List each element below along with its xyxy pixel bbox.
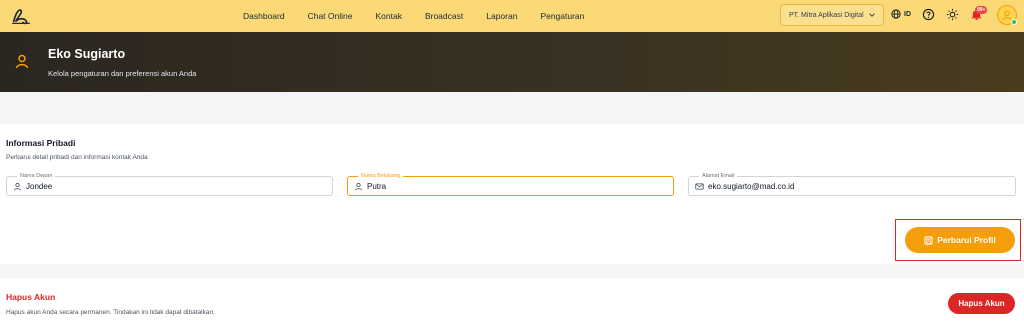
first-name-label: Nama Depan [17, 172, 56, 180]
email-label: Alamat Email [699, 172, 738, 180]
user-icon [15, 54, 29, 69]
delete-account-description: Hapus akun Anda secara permanen. Tindaka… [6, 309, 215, 316]
last-name-label: Nama Belakang [358, 172, 404, 180]
delete-account-card: Hapus Akun Hapus akun Anda secara perman… [0, 278, 1024, 326]
language-code: ID [904, 10, 911, 18]
user-icon [355, 182, 362, 191]
main-nav: Dashboard Chat Online Kontak Broadcast L… [243, 0, 607, 32]
email-value: eko.sugiarto@mad.co.id [708, 182, 795, 191]
profile-name: Eko Sugiarto [48, 47, 126, 61]
profile-subtitle: Kelola pengaturan dan preferensi akun An… [48, 69, 197, 78]
user-icon [14, 182, 21, 191]
nav-chat-online[interactable]: Chat Online [308, 11, 353, 21]
delete-account-title: Hapus Akun [6, 292, 56, 302]
email-field[interactable]: Alamat Email eko.sugiarto@mad.co.id [688, 172, 1016, 196]
chevron-down-icon [869, 13, 875, 17]
brand-logo[interactable] [10, 5, 32, 27]
globe-icon [891, 9, 901, 19]
personal-info-description: Perbarui detail pribadi dan informasi ko… [6, 154, 148, 161]
first-name-field[interactable]: Nama Depan Jondee [6, 172, 333, 196]
help-icon[interactable] [922, 8, 935, 21]
profile-header: Eko Sugiarto Kelola pengaturan dan prefe… [0, 32, 1024, 92]
theme-toggle-icon[interactable] [946, 8, 959, 21]
delete-account-button[interactable]: Hapus Akun [948, 293, 1015, 314]
top-navbar: Dashboard Chat Online Kontak Broadcast L… [0, 0, 1024, 32]
language-switcher[interactable]: ID [891, 9, 911, 19]
notification-count-badge: 99+ [975, 6, 988, 14]
nav-laporan[interactable]: Laporan [486, 11, 517, 21]
online-status-dot [1011, 19, 1017, 25]
personal-info-card: Informasi Pribadi Perbarui detail pribad… [0, 124, 1024, 264]
company-selector[interactable]: PT. Mitra Aplikasi Digital [780, 4, 884, 26]
nav-pengaturan[interactable]: Pengaturan [540, 11, 584, 21]
mail-icon [695, 183, 704, 190]
nav-dashboard[interactable]: Dashboard [243, 11, 285, 21]
personal-info-title: Informasi Pribadi [6, 138, 76, 148]
user-avatar[interactable] [997, 5, 1017, 25]
company-name: PT. Mitra Aplikasi Digital [789, 11, 864, 19]
save-icon [924, 235, 933, 245]
update-profile-label: Perbarui Profil [937, 235, 996, 245]
nav-broadcast[interactable]: Broadcast [425, 11, 463, 21]
update-profile-button[interactable]: Perbarui Profil [905, 227, 1015, 253]
first-name-value: Jondee [26, 182, 53, 191]
last-name-value: Putra [367, 182, 387, 191]
last-name-field[interactable]: Nama Belakang Putra [347, 172, 674, 196]
nav-kontak[interactable]: Kontak [375, 11, 401, 21]
